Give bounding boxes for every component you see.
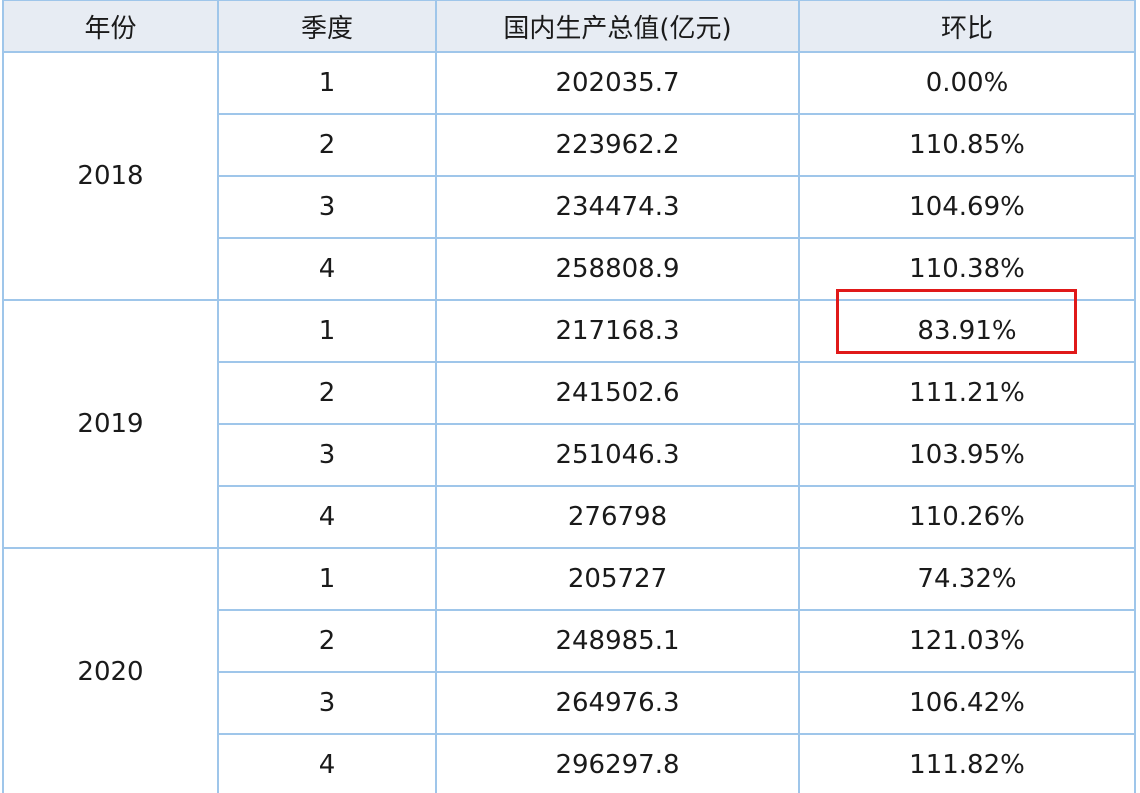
gdp-cell[interactable]: 248985.1	[435, 609, 800, 673]
ratio-cell[interactable]: 110.26%	[798, 485, 1136, 549]
table-row: 2020 1 205727 74.32%	[2, 547, 1136, 793]
gdp-cell[interactable]: 205727	[435, 547, 800, 611]
gdp-cell[interactable]: 276798	[435, 485, 800, 549]
quarter-cell[interactable]: 4	[217, 485, 437, 549]
year-cell[interactable]: 2018	[2, 51, 219, 301]
gdp-cell[interactable]: 234474.3	[435, 175, 800, 239]
quarter-cell[interactable]: 1	[217, 299, 437, 363]
quarter-cell[interactable]: 1	[217, 547, 437, 611]
ratio-cell[interactable]: 121.03%	[798, 609, 1136, 673]
table-row: 2019 1 217168.3 83.91%	[2, 299, 1136, 549]
quarter-cell[interactable]: 3	[217, 175, 437, 239]
ratio-cell[interactable]: 110.38%	[798, 237, 1136, 301]
quarter-cell[interactable]: 2	[217, 609, 437, 673]
ratio-cell[interactable]: 103.95%	[798, 423, 1136, 487]
gdp-cell[interactable]: 223962.2	[435, 113, 800, 177]
ratio-cell[interactable]: 111.21%	[798, 361, 1136, 425]
gdp-cell[interactable]: 241502.6	[435, 361, 800, 425]
quarter-cell[interactable]: 3	[217, 423, 437, 487]
table-row: 2018 1 202035.7 0.00%	[2, 51, 1136, 301]
ratio-cell-highlighted[interactable]: 83.91%	[798, 299, 1136, 363]
header-quarter[interactable]: 季度	[217, 0, 437, 53]
gdp-table: 年份 季度 国内生产总值(亿元) 环比 2018 1 202035.7 0.00…	[2, 0, 1136, 793]
ratio-cell[interactable]: 106.42%	[798, 671, 1136, 735]
gdp-cell[interactable]: 217168.3	[435, 299, 800, 363]
gdp-cell[interactable]: 264976.3	[435, 671, 800, 735]
header-year[interactable]: 年份	[2, 0, 219, 53]
gdp-cell[interactable]: 202035.7	[435, 51, 800, 115]
report-view: 年份 季度 国内生产总值(亿元) 环比 2018 1 202035.7 0.00…	[0, 0, 1140, 793]
year-cell[interactable]: 2019	[2, 299, 219, 549]
ratio-cell[interactable]: 111.82%	[798, 733, 1136, 793]
quarter-cell[interactable]: 4	[217, 733, 437, 793]
gdp-cell[interactable]: 258808.9	[435, 237, 800, 301]
quarter-cell[interactable]: 3	[217, 671, 437, 735]
gdp-cell[interactable]: 296297.8	[435, 733, 800, 793]
ratio-cell[interactable]: 0.00%	[798, 51, 1136, 115]
year-cell[interactable]: 2020	[2, 547, 219, 793]
quarter-cell[interactable]: 4	[217, 237, 437, 301]
header-gdp[interactable]: 国内生产总值(亿元)	[435, 0, 800, 53]
quarter-cell[interactable]: 2	[217, 361, 437, 425]
header-ratio[interactable]: 环比	[798, 0, 1136, 53]
header-row: 年份 季度 国内生产总值(亿元) 环比	[2, 0, 1136, 53]
gdp-cell[interactable]: 251046.3	[435, 423, 800, 487]
ratio-cell[interactable]: 110.85%	[798, 113, 1136, 177]
quarter-cell[interactable]: 1	[217, 51, 437, 115]
ratio-cell[interactable]: 104.69%	[798, 175, 1136, 239]
quarter-cell[interactable]: 2	[217, 113, 437, 177]
ratio-cell[interactable]: 74.32%	[798, 547, 1136, 611]
